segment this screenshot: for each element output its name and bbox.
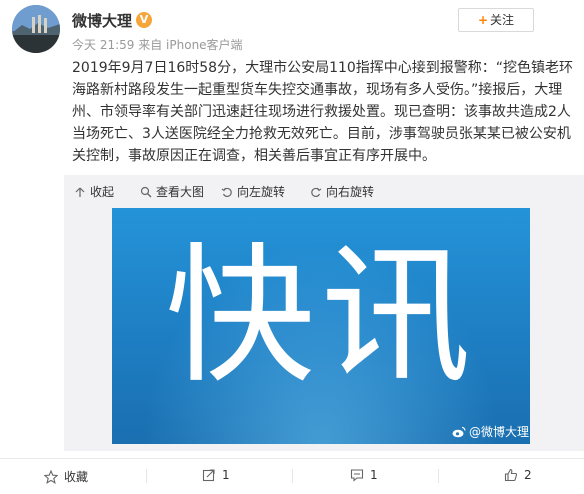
comment-icon bbox=[350, 469, 364, 482]
post-source: 来自 iPhone客户端 bbox=[138, 38, 243, 52]
plus-icon: + bbox=[477, 13, 489, 27]
comment-count: 1 bbox=[370, 468, 378, 482]
avatar[interactable] bbox=[12, 5, 60, 53]
favorite-button[interactable]: 收藏 bbox=[44, 468, 88, 485]
rotate-left-label: 向左旋转 bbox=[237, 185, 286, 199]
rotate-right-icon bbox=[311, 187, 322, 198]
star-icon bbox=[44, 470, 58, 484]
divider bbox=[438, 469, 439, 483]
rotate-right-button[interactable]: 向右旋转 bbox=[310, 183, 374, 200]
post-image[interactable]: 快讯 bbox=[112, 208, 530, 444]
action-bar: 收藏 1 1 2 bbox=[0, 458, 584, 494]
media-toolbar: 收起 查看大图 向左旋转 向右旋转 bbox=[64, 175, 584, 207]
image-headline: 快讯 bbox=[164, 230, 477, 404]
weibo-logo-icon bbox=[452, 426, 466, 438]
thumbs-up-icon bbox=[504, 468, 518, 482]
rotate-right-label: 向右旋转 bbox=[326, 185, 375, 199]
avatar-landscape-icon bbox=[12, 5, 60, 53]
divider bbox=[292, 469, 293, 483]
collapse-button[interactable]: 收起 bbox=[74, 183, 114, 200]
comment-button[interactable]: 1 bbox=[350, 468, 378, 482]
divider bbox=[146, 469, 147, 483]
like-button[interactable]: 2 bbox=[504, 468, 532, 482]
watermark-text: @微博大理 bbox=[469, 425, 530, 439]
collapse-label: 收起 bbox=[90, 185, 115, 199]
view-large-label: 查看大图 bbox=[156, 185, 205, 199]
post-text: 2019年9月7日16时58分，大理市公安局110指挥中心接到报警称：“挖色镇老… bbox=[72, 60, 574, 164]
rotate-left-button[interactable]: 向左旋转 bbox=[221, 183, 285, 200]
follow-label: 关注 bbox=[490, 13, 515, 27]
view-large-button[interactable]: 查看大图 bbox=[140, 183, 204, 200]
repost-count: 1 bbox=[222, 468, 230, 482]
post-time[interactable]: 今天 21:59 bbox=[72, 38, 134, 52]
rotate-left-icon bbox=[221, 187, 232, 198]
follow-button[interactable]: + 关注 bbox=[458, 8, 534, 32]
magnifier-icon bbox=[140, 186, 152, 198]
favorite-label: 收藏 bbox=[64, 470, 89, 484]
username[interactable]: 微博大理 bbox=[72, 10, 132, 31]
repost-icon bbox=[202, 469, 215, 482]
post-meta: 今天 21:59 来自 iPhone客户端 bbox=[72, 36, 243, 53]
post-header: 微博大理 V 今天 21:59 来自 iPhone客户端 + 关注 bbox=[0, 0, 584, 56]
repost-button[interactable]: 1 bbox=[202, 468, 230, 482]
like-count: 2 bbox=[524, 468, 532, 482]
image-watermark: @微博大理 bbox=[452, 423, 529, 440]
collapse-arrow-icon bbox=[75, 187, 85, 197]
verified-icon: V bbox=[136, 12, 152, 28]
